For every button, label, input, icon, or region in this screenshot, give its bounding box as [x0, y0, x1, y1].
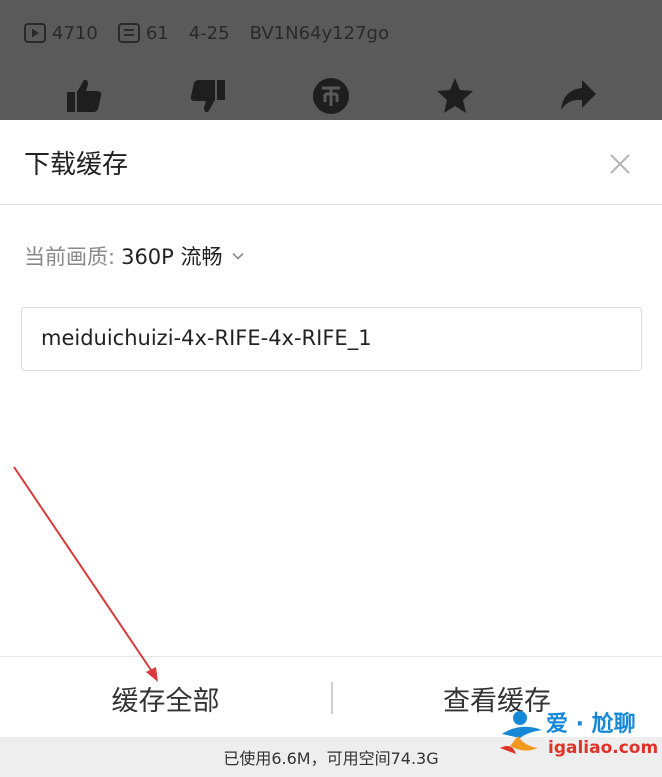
watermark-title: 爱 · 尬聊 — [546, 712, 636, 737]
download-cache-sheet: 下载缓存 当前画质: 360P 流畅 meiduichuizi-4x-RIFE-… — [0, 120, 662, 777]
watermark-logo-icon — [500, 711, 542, 754]
close-button[interactable] — [606, 150, 634, 178]
header-divider — [0, 204, 662, 205]
like-button[interactable] — [64, 76, 104, 116]
bv-id: BV1N64y127go — [249, 22, 389, 44]
action-bar — [0, 70, 662, 120]
cache-all-button[interactable]: 缓存全部 — [0, 668, 331, 728]
video-stats: 4710 61 4-25 BV1N64y127go — [24, 20, 409, 46]
watermark-url: igaliao.com — [548, 738, 659, 758]
file-name: meiduichuizi-4x-RIFE-4x-RIFE_1 — [41, 326, 372, 350]
quality-selector[interactable]: 当前画质: 360P 流畅 — [24, 241, 245, 271]
coin-button[interactable] — [311, 76, 351, 116]
play-count: 4710 — [24, 23, 98, 44]
file-list-item[interactable]: meiduichuizi-4x-RIFE-4x-RIFE_1 — [21, 307, 642, 371]
dislike-button[interactable] — [188, 76, 228, 116]
comment-count-icon — [117, 23, 140, 43]
share-button[interactable] — [558, 76, 598, 116]
sheet-title: 下载缓存 — [24, 150, 129, 180]
coin-icon — [313, 78, 349, 114]
play-count-value: 4710 — [52, 22, 98, 44]
comment-count: 61 — [117, 22, 169, 44]
publish-date: 4-25 — [188, 22, 230, 44]
quality-label: 当前画质: — [24, 245, 116, 269]
footer-divider — [0, 656, 662, 657]
star-icon — [437, 78, 473, 113]
share-icon — [561, 80, 596, 110]
close-icon — [610, 154, 630, 174]
thumbs-up-icon — [67, 79, 102, 112]
chevron-down-icon — [231, 252, 244, 260]
play-count-icon — [24, 23, 46, 43]
video-info-overlay: 4710 61 4-25 BV1N64y127go — [0, 0, 662, 120]
quality-value: 360P 流畅 — [121, 245, 223, 269]
comment-count-value: 61 — [145, 22, 169, 44]
watermark: 爱 · 尬聊 igaliao.com — [498, 700, 658, 770]
favorite-button[interactable] — [435, 76, 475, 116]
thumbs-down-icon — [190, 80, 225, 113]
